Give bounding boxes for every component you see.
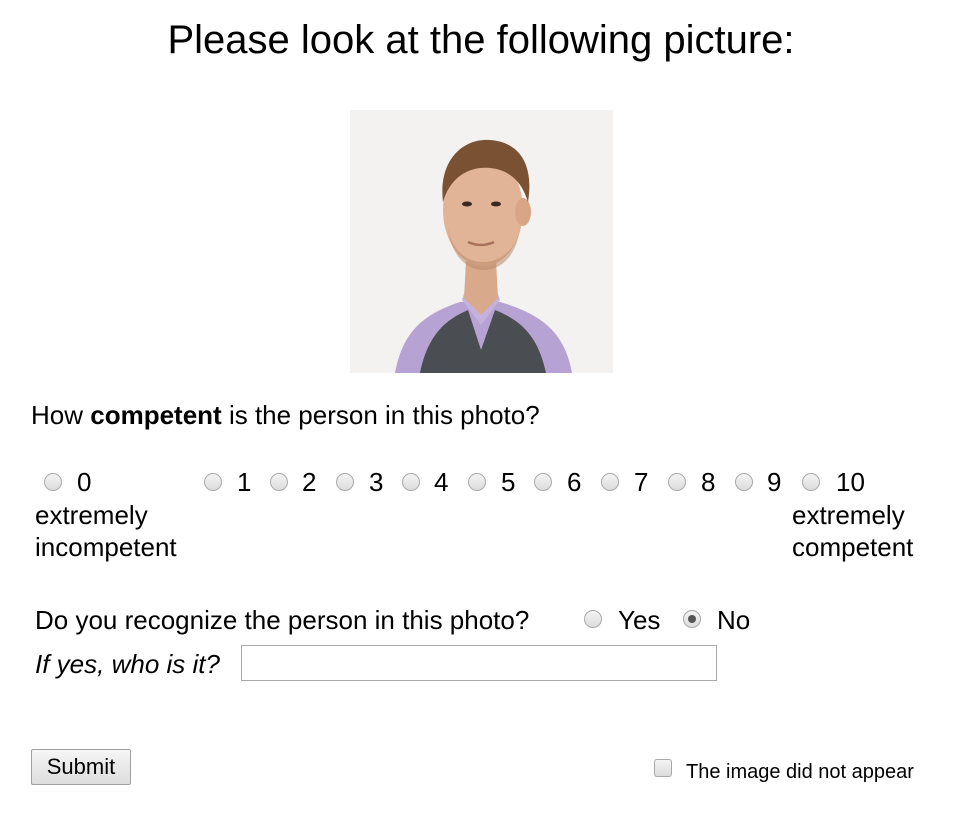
image-missing-checkbox[interactable] xyxy=(654,759,672,777)
rating-label-1: 1 xyxy=(237,467,252,497)
rating-radio-0[interactable] xyxy=(44,473,62,491)
rating-radio-2[interactable] xyxy=(270,473,288,491)
question-prefix: How xyxy=(31,400,91,430)
rating-radio-6[interactable] xyxy=(534,473,552,491)
rating-label-5: 5 xyxy=(501,467,516,497)
recognize-yes-label: Yes xyxy=(618,605,661,635)
rating-label-2: 2 xyxy=(302,467,317,497)
rating-radio-7[interactable] xyxy=(601,473,619,491)
recognize-no-label: No xyxy=(717,605,751,635)
recognize-yes-radio[interactable] xyxy=(584,610,602,628)
rating-radio-4[interactable] xyxy=(402,473,420,491)
portrait-photo xyxy=(350,110,613,373)
image-missing-label: The image did not appear xyxy=(686,761,914,783)
rating-label-4: 4 xyxy=(434,467,449,497)
page-heading: Please look at the following picture: xyxy=(167,18,795,62)
competence-question: How competent is the person in this phot… xyxy=(31,400,540,431)
high-anchor-line2: competent xyxy=(792,532,914,562)
rating-label-9: 9 xyxy=(767,467,782,497)
who-input[interactable] xyxy=(241,645,717,681)
submit-button[interactable]: Submit xyxy=(31,749,131,785)
rating-label-3: 3 xyxy=(369,467,384,497)
question-emphasis: competent xyxy=(90,400,222,430)
rating-radio-1[interactable] xyxy=(204,473,222,491)
rating-radio-8[interactable] xyxy=(668,473,686,491)
rating-label-0: 0 xyxy=(77,467,92,497)
rating-label-7: 7 xyxy=(634,467,649,497)
rating-radio-3[interactable] xyxy=(336,473,354,491)
low-anchor-line2: incompetent xyxy=(35,532,177,562)
rating-label-10: 10 xyxy=(836,467,865,497)
recognize-question: Do you recognize the person in this phot… xyxy=(35,605,530,635)
rating-radio-5[interactable] xyxy=(468,473,486,491)
who-label: If yes, who is it? xyxy=(35,649,220,679)
rating-label-8: 8 xyxy=(701,467,716,497)
rating-radio-9[interactable] xyxy=(735,473,753,491)
rating-label-6: 6 xyxy=(567,467,582,497)
high-anchor-line1: extremely xyxy=(792,500,905,530)
question-suffix: is the person in this photo? xyxy=(221,400,540,430)
low-anchor-line1: extremely xyxy=(35,500,148,530)
rating-radio-10[interactable] xyxy=(802,473,820,491)
recognize-no-radio[interactable] xyxy=(683,610,701,628)
